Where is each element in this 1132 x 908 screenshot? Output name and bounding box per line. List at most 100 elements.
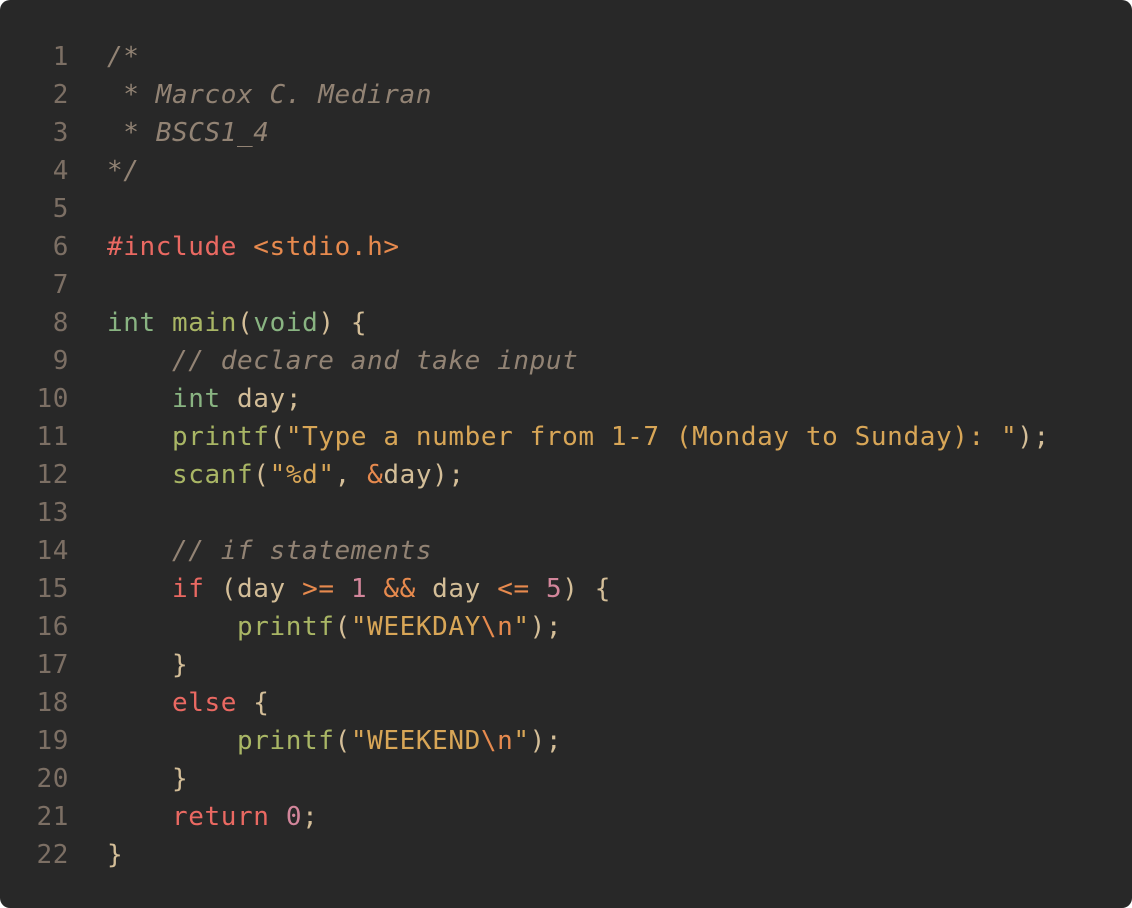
line-number: 19 bbox=[36, 726, 69, 756]
code-token-punct: ) { bbox=[562, 574, 612, 604]
line-number: 18 bbox=[36, 688, 69, 718]
line-number: 10 bbox=[36, 384, 69, 414]
code-token-punct: ( bbox=[334, 726, 351, 756]
code-line[interactable]: 13 bbox=[0, 494, 1132, 532]
code-token-ws bbox=[416, 574, 432, 604]
code-line[interactable]: 21 return 0; bbox=[0, 798, 1132, 836]
code-token-punct: ( bbox=[237, 308, 254, 338]
code-token-punct: , bbox=[334, 460, 368, 490]
code-token-comment: // declare and take input bbox=[172, 346, 579, 376]
code-token-num: 1 bbox=[350, 574, 368, 604]
code-token-num: 0 bbox=[285, 802, 303, 832]
line-code: #include <stdio.h> bbox=[107, 228, 400, 266]
line-code: * Marcox C. Mediran bbox=[107, 76, 432, 114]
code-token-comment: // if statements bbox=[172, 536, 433, 566]
code-line[interactable]: 5 bbox=[0, 190, 1132, 228]
line-number: 17 bbox=[36, 650, 69, 680]
code-token-op: <= bbox=[497, 574, 530, 604]
code-token-punct: ( bbox=[253, 460, 270, 490]
code-token-var: day bbox=[237, 574, 286, 604]
line-number: 13 bbox=[36, 498, 69, 528]
code-line[interactable]: 8 int main(void) { bbox=[0, 304, 1132, 342]
code-line[interactable]: 1 /* bbox=[0, 38, 1132, 76]
code-token-ws bbox=[335, 574, 351, 604]
code-token-escape: \n bbox=[480, 612, 514, 642]
code-token-ws bbox=[107, 460, 172, 490]
code-token-ws bbox=[530, 574, 546, 604]
code-line[interactable]: 10 int day; bbox=[0, 380, 1132, 418]
code-token-type: void bbox=[253, 308, 319, 338]
line-number: 3 bbox=[52, 118, 69, 148]
code-token-ws bbox=[286, 574, 302, 604]
code-token-punct: } bbox=[172, 764, 189, 794]
code-token-escape: \n bbox=[480, 726, 514, 756]
code-token-punct: ( bbox=[269, 422, 286, 452]
code-line[interactable]: 12 scanf("%d", &day); bbox=[0, 456, 1132, 494]
code-line[interactable]: 15 if (day >= 1 && day <= 5) { bbox=[0, 570, 1132, 608]
code-token-punct: } bbox=[107, 840, 124, 870]
code-token-func: printf bbox=[237, 612, 335, 642]
code-token-ws bbox=[270, 802, 286, 832]
code-line[interactable]: 19 printf("WEEKEND\n"); bbox=[0, 722, 1132, 760]
code-line[interactable]: 2 * Marcox C. Mediran bbox=[0, 76, 1132, 114]
code-token-ws bbox=[107, 726, 237, 756]
code-line[interactable]: 6 #include <stdio.h> bbox=[0, 228, 1132, 266]
code-token-comment: * BSCS1_4 bbox=[107, 118, 270, 148]
code-token-punct: ; bbox=[302, 802, 319, 832]
line-number: 20 bbox=[36, 764, 69, 794]
code-token-ws bbox=[107, 574, 172, 604]
code-token-header: <stdio.h> bbox=[253, 232, 400, 262]
code-token-func: main bbox=[172, 308, 238, 338]
code-token-comment: * Marcox C. Mediran bbox=[107, 80, 433, 110]
code-token-kw: return bbox=[172, 802, 270, 832]
line-number: 9 bbox=[52, 346, 69, 376]
line-number: 8 bbox=[52, 308, 69, 338]
code-token-op: && bbox=[383, 574, 416, 604]
code-line[interactable]: 7 bbox=[0, 266, 1132, 304]
code-token-comment: */ bbox=[107, 156, 140, 186]
code-token-ws bbox=[481, 574, 497, 604]
code-line[interactable]: 14 // if statements bbox=[0, 532, 1132, 570]
code-token-op: >= bbox=[302, 574, 335, 604]
code-line[interactable]: 4 */ bbox=[0, 152, 1132, 190]
line-code: } bbox=[107, 646, 188, 684]
line-number: 1 bbox=[52, 42, 69, 72]
code-line[interactable]: 3 * BSCS1_4 bbox=[0, 114, 1132, 152]
code-token-type: int bbox=[107, 308, 156, 338]
code-line[interactable]: 22} bbox=[0, 836, 1132, 874]
code-token-ws bbox=[107, 384, 172, 414]
code-token-ws bbox=[107, 688, 172, 718]
code-token-ws bbox=[107, 536, 172, 566]
code-token-string: "WEEKDAY bbox=[350, 612, 481, 642]
code-line[interactable]: 20 } bbox=[0, 760, 1132, 798]
code-token-punct: ( bbox=[334, 612, 351, 642]
code-token-punct: ); bbox=[432, 460, 465, 490]
code-token-ws bbox=[107, 650, 172, 680]
code-editor[interactable]: 1/* 2 * Marcox C. Mediran 3 * BSCS1_4 4 */5 6… bbox=[0, 0, 1132, 908]
line-code: printf("WEEKEND\n"); bbox=[107, 722, 562, 760]
code-line[interactable]: 16 printf("WEEKDAY\n"); bbox=[0, 608, 1132, 646]
line-number: 11 bbox=[36, 422, 69, 452]
code-token-string: "%d" bbox=[269, 460, 335, 490]
code-token-ws bbox=[107, 422, 172, 452]
code-token-punct: ); bbox=[529, 612, 563, 642]
code-token-type: int bbox=[172, 384, 221, 414]
code-token-preproc: #include bbox=[107, 232, 238, 262]
line-number: 6 bbox=[52, 232, 69, 262]
code-token-punct: ) { bbox=[318, 308, 368, 338]
line-code: // declare and take input bbox=[107, 342, 578, 380]
line-number: 7 bbox=[52, 270, 69, 300]
code-line[interactable]: 11 printf("Type a number from 1-7 (Monda… bbox=[0, 418, 1132, 456]
code-line[interactable]: 17 } bbox=[0, 646, 1132, 684]
code-token-func: printf bbox=[237, 726, 335, 756]
code-token-var: day bbox=[432, 574, 481, 604]
code-line[interactable]: 18 else { bbox=[0, 684, 1132, 722]
code-token-ws bbox=[107, 802, 172, 832]
code-token-string: "Type a number from 1-7 (Monday to Sunda… bbox=[285, 422, 1018, 452]
code-token-punct: } bbox=[172, 650, 189, 680]
code-token-var: day bbox=[237, 384, 286, 414]
code-line[interactable]: 9 // declare and take input bbox=[0, 342, 1132, 380]
code-token-func: printf bbox=[172, 422, 270, 452]
code-token-string: " bbox=[513, 726, 530, 756]
line-number: 22 bbox=[36, 840, 69, 870]
